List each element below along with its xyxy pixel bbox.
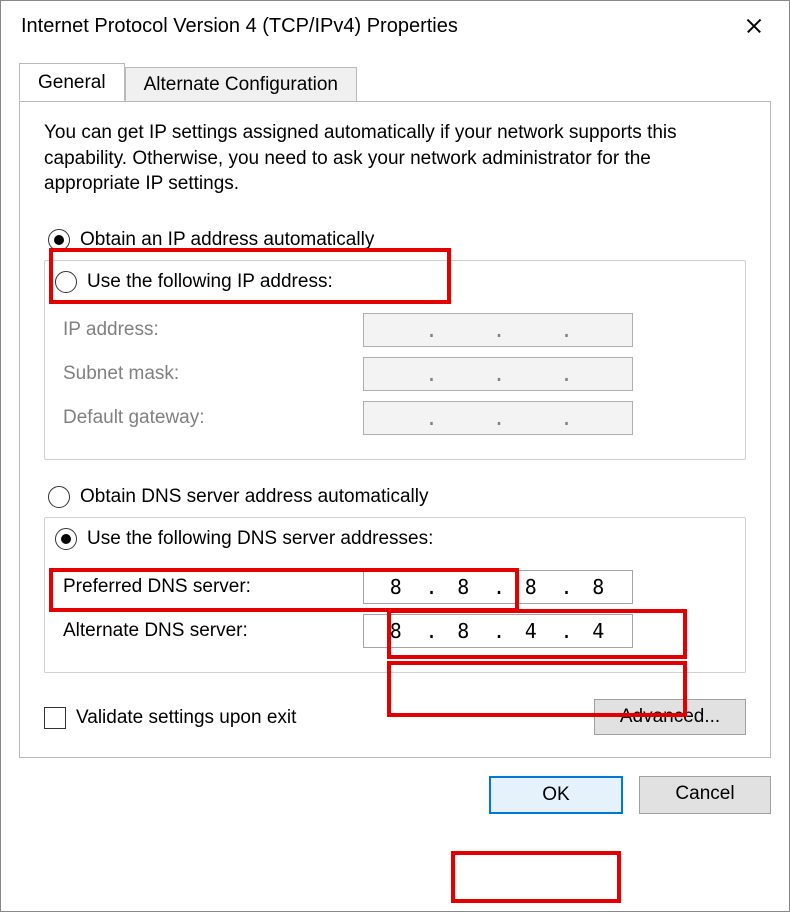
radio-icon: [48, 486, 70, 508]
title-bar: Internet Protocol Version 4 (TCP/IPv4) P…: [1, 1, 789, 51]
dialog-buttons: OK Cancel: [1, 758, 789, 814]
ip-address-label: IP address:: [63, 319, 363, 341]
intro-text: You can get IP settings assigned automat…: [44, 120, 746, 197]
close-icon: [745, 17, 763, 35]
window-title: Internet Protocol Version 4 (TCP/IPv4) P…: [21, 15, 733, 38]
subnet-mask-input: . . .: [363, 357, 633, 391]
cancel-button[interactable]: Cancel: [639, 776, 771, 814]
radio-icon: [48, 229, 70, 251]
radio-use-ip[interactable]: Use the following IP address:: [55, 267, 727, 297]
radio-label: Use the following DNS server addresses:: [87, 528, 433, 550]
radio-label: Obtain DNS server address automatically: [80, 486, 428, 508]
checkbox-label: Validate settings upon exit: [76, 707, 296, 729]
dns-manual-group: Use the following DNS server addresses: …: [44, 517, 746, 673]
advanced-button[interactable]: Advanced...: [594, 699, 746, 735]
radio-obtain-dns-auto[interactable]: Obtain DNS server address automatically: [44, 482, 746, 512]
ip-manual-group: Use the following IP address: IP address…: [44, 260, 746, 460]
radio-icon: [55, 271, 77, 293]
checkbox-icon: [44, 707, 66, 729]
tab-strip: General Alternate Configuration: [19, 63, 771, 101]
alternate-dns-label: Alternate DNS server:: [63, 620, 363, 642]
radio-label: Obtain an IP address automatically: [80, 229, 374, 251]
preferred-dns-label: Preferred DNS server:: [63, 576, 363, 598]
alternate-dns-input[interactable]: 8. 8. 4. 4: [363, 614, 633, 648]
close-button[interactable]: [733, 11, 775, 41]
highlight-box: [451, 851, 621, 903]
radio-obtain-ip-auto[interactable]: Obtain an IP address automatically: [44, 225, 746, 255]
properties-dialog: Internet Protocol Version 4 (TCP/IPv4) P…: [0, 0, 790, 912]
subnet-mask-label: Subnet mask:: [63, 363, 363, 385]
default-gateway-input: . . .: [363, 401, 633, 435]
radio-label: Use the following IP address:: [87, 271, 333, 293]
ip-address-input: . . .: [363, 313, 633, 347]
general-panel: You can get IP settings assigned automat…: [19, 101, 771, 758]
tab-general[interactable]: General: [19, 63, 125, 101]
preferred-dns-input[interactable]: 8. 8. 8. 8: [363, 570, 633, 604]
tab-alternate-configuration[interactable]: Alternate Configuration: [125, 67, 357, 102]
default-gateway-label: Default gateway:: [63, 407, 363, 429]
radio-icon: [55, 528, 77, 550]
radio-use-dns[interactable]: Use the following DNS server addresses:: [55, 524, 727, 554]
ok-button[interactable]: OK: [489, 776, 623, 814]
